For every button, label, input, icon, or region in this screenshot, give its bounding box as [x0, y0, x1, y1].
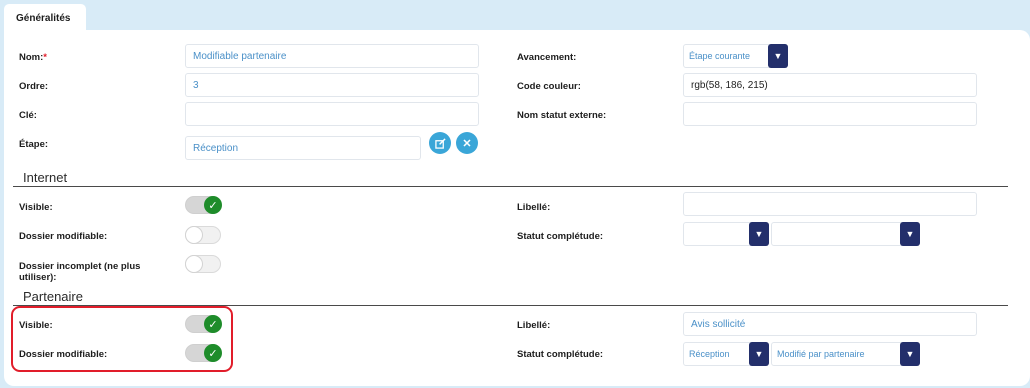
cle-input[interactable]	[185, 102, 479, 126]
code-couleur-label: Code couleur:	[517, 81, 581, 92]
internet-dossier-modifiable-toggle[interactable]	[185, 226, 221, 244]
internet-dossier-incomplet-toggle[interactable]	[185, 255, 221, 273]
caret-down-icon: ▼	[749, 222, 769, 246]
close-icon[interactable]: ✕	[456, 132, 478, 154]
nom-label: Nom:*	[19, 52, 47, 63]
toggle-knob	[185, 226, 203, 244]
etape-label: Étape:	[19, 139, 49, 150]
internet-libelle-input[interactable]	[683, 192, 977, 216]
internet-statut-select-1[interactable]: ▼	[683, 222, 769, 246]
ordre-label: Ordre:	[19, 81, 49, 92]
partenaire-libelle-label: Libellé:	[517, 320, 551, 331]
etape-input[interactable]: Réception	[185, 136, 421, 160]
caret-down-icon: ▼	[900, 222, 920, 246]
partenaire-statut-select-1[interactable]: Réception ▼	[683, 342, 769, 366]
tab-generalites[interactable]: Généralités	[4, 4, 86, 34]
caret-down-icon: ▼	[749, 342, 769, 366]
avancement-value: Étape courante	[689, 51, 751, 61]
avancement-label: Avancement:	[517, 52, 577, 63]
caret-down-icon: ▼	[768, 44, 788, 68]
check-icon: ✓	[204, 196, 222, 214]
internet-visible-label: Visible:	[19, 202, 53, 213]
partenaire-statut-select-2-value: Modifié par partenaire	[777, 349, 865, 359]
internet-visible-toggle[interactable]: ✓	[185, 196, 222, 214]
nom-input[interactable]: Modifiable partenaire	[185, 44, 479, 68]
ordre-input[interactable]: 3	[185, 73, 479, 97]
cle-label: Clé:	[19, 110, 37, 121]
tab-label: Généralités	[16, 13, 71, 24]
internet-divider	[13, 186, 1008, 187]
edit-icon-glyph	[434, 137, 446, 149]
toggle-knob	[185, 255, 203, 273]
partenaire-section-title: Partenaire	[23, 289, 83, 304]
internet-statut-completude-label: Statut complétude:	[517, 231, 604, 242]
code-couleur-input[interactable]: rgb(58, 186, 215)	[683, 73, 977, 97]
highlight-box	[11, 306, 233, 372]
partenaire-libelle-input[interactable]: Avis sollicité	[683, 312, 977, 336]
nom-statut-externe-input[interactable]	[683, 102, 977, 126]
nom-statut-externe-label: Nom statut externe:	[517, 110, 607, 121]
partenaire-statut-select-2[interactable]: Modifié par partenaire ▼	[771, 342, 920, 366]
required-mark: *	[43, 52, 47, 63]
internet-statut-select-2[interactable]: ▼	[771, 222, 920, 246]
partenaire-statut-select-1-value: Réception	[689, 349, 730, 359]
avancement-select[interactable]: Étape courante ▼	[683, 44, 788, 68]
partenaire-statut-completude-label: Statut complétude:	[517, 349, 604, 360]
internet-dossier-modifiable-label: Dossier modifiable:	[19, 231, 108, 242]
internet-libelle-label: Libellé:	[517, 202, 551, 213]
internet-section-title: Internet	[23, 170, 68, 185]
caret-down-icon: ▼	[900, 342, 920, 366]
edit-icon[interactable]	[429, 132, 451, 154]
internet-dossier-incomplet-label: Dossier incomplet (ne plus utiliser):	[19, 261, 141, 283]
